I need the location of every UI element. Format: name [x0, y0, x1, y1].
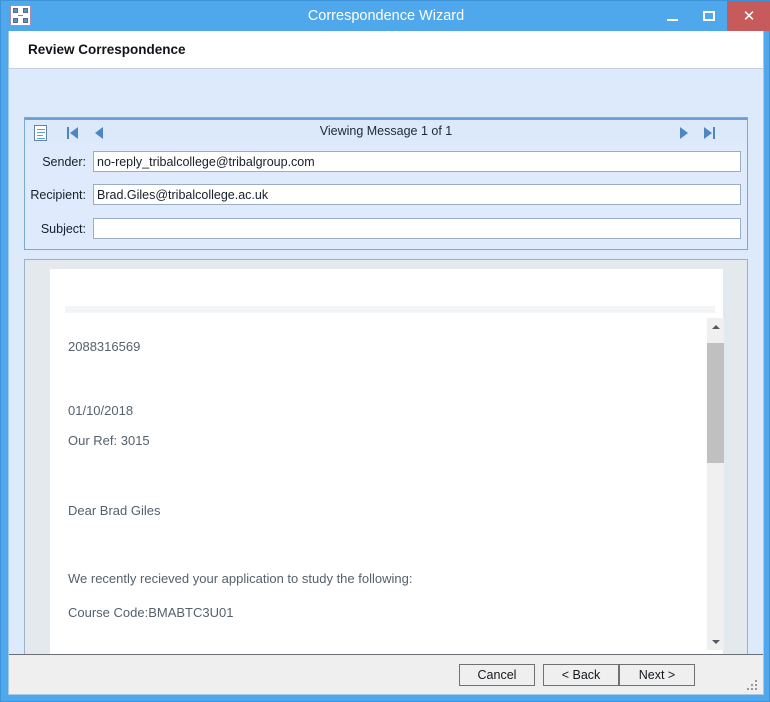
- close-icon: ✕: [742, 7, 756, 25]
- message-nav-toolbar: Viewing Message 1 of 1: [25, 118, 747, 143]
- minimize-button[interactable]: [655, 1, 691, 31]
- scroll-up-arrow-icon[interactable]: [707, 318, 724, 335]
- scroll-down-arrow-icon[interactable]: [707, 633, 724, 650]
- wizard-body: Viewing Message 1 of 1 Sender: no-reply_…: [9, 69, 763, 691]
- back-button[interactable]: < Back: [543, 664, 619, 686]
- message-body-line: Our Ref: 3015: [68, 433, 150, 448]
- last-bar-icon: [713, 127, 715, 139]
- document-icon: [34, 125, 47, 141]
- message-body-line: Course Code:BMABTC3U01: [68, 605, 234, 620]
- document-placeholder-bar: [65, 306, 715, 313]
- recipient-label: Recipient:: [30, 188, 86, 202]
- message-document-page: 2088316569 01/10/2018 Our Ref: 3015 Dear Br…: [50, 269, 723, 679]
- message-body-line: We recently recieved your application to…: [68, 571, 413, 586]
- title-bar[interactable]: Correspondence Wizard ✕: [1, 1, 770, 31]
- message-header-panel: Viewing Message 1 of 1 Sender: no-reply_…: [24, 117, 748, 250]
- message-body-line: 2088316569: [68, 339, 141, 354]
- previous-message-button[interactable]: [89, 122, 111, 143]
- last-message-button[interactable]: [699, 122, 721, 143]
- cancel-button[interactable]: Cancel: [459, 664, 535, 686]
- recipient-input[interactable]: [93, 184, 741, 205]
- sender-label: Sender:: [42, 155, 86, 169]
- page-header: Review Correspondence: [9, 31, 763, 69]
- message-body-line: Dear Brad Giles: [68, 503, 161, 518]
- maximize-button[interactable]: [691, 1, 727, 31]
- client-area: Review Correspondence Viewing Message 1 …: [8, 31, 764, 695]
- page-title: Review Correspondence: [28, 42, 186, 57]
- last-message-icon: [704, 127, 712, 139]
- first-bar-icon: [67, 127, 69, 139]
- previous-message-icon: [95, 127, 103, 139]
- scroll-thumb[interactable]: [707, 343, 724, 463]
- close-button[interactable]: ✕: [727, 1, 770, 31]
- dialog-footer: Cancel < Back Next >: [9, 654, 763, 694]
- sender-row: Sender:: [25, 151, 747, 173]
- message-body-scrollbar[interactable]: [707, 318, 724, 650]
- sender-input[interactable]: [93, 151, 741, 172]
- next-button[interactable]: Next >: [619, 664, 695, 686]
- subject-input[interactable]: [93, 218, 741, 239]
- correspondence-wizard-window: Correspondence Wizard ✕ Review Correspon…: [0, 0, 770, 702]
- next-message-button[interactable]: [673, 122, 695, 143]
- subject-row: Subject:: [25, 218, 747, 240]
- subject-label: Subject:: [40, 222, 86, 236]
- message-body-viewer: 2088316569 01/10/2018 Our Ref: 3015 Dear Br…: [24, 259, 748, 691]
- recipient-row: Recipient:: [25, 184, 747, 206]
- resize-grip[interactable]: [745, 678, 757, 690]
- message-nav-status: Viewing Message 1 of 1: [319, 124, 453, 138]
- message-body-line: 01/10/2018: [68, 403, 134, 418]
- document-button[interactable]: [30, 122, 52, 143]
- minimize-icon: [667, 19, 678, 21]
- next-message-icon: [680, 127, 688, 139]
- first-message-button[interactable]: [63, 122, 85, 143]
- first-message-icon: [70, 127, 78, 139]
- maximize-icon: [703, 11, 715, 21]
